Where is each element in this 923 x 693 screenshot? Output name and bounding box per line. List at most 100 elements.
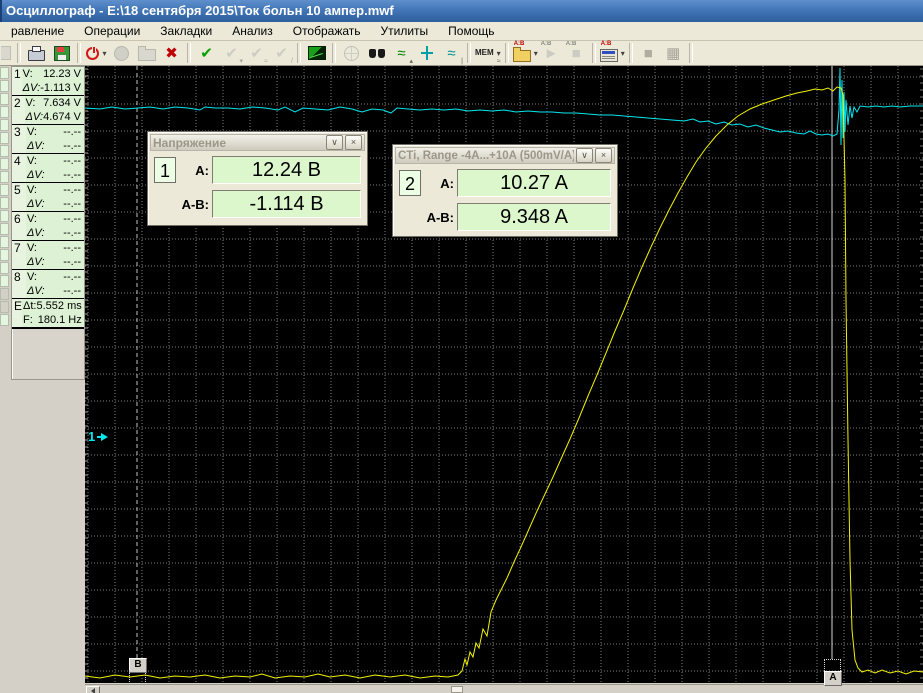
v-label: V: <box>23 67 33 81</box>
strip-cell <box>0 158 9 170</box>
menu-item-3[interactable]: Анализ <box>222 22 283 40</box>
accept-next-icon: ✔ <box>225 46 238 61</box>
collapse-icon[interactable]: ∨ <box>576 148 593 163</box>
collapse-icon[interactable]: ∨ <box>326 135 343 150</box>
channel-row-7: 7V:--.--ΔV:--.-- <box>12 241 84 270</box>
ab-list-button[interactable]: A:B ▾ <box>600 42 625 64</box>
panel-grid-icon: ▦ <box>666 46 680 61</box>
ab-list-dropdown[interactable]: ▾ <box>621 49 625 58</box>
wave-cursor-button[interactable]: ≈| <box>440 42 463 64</box>
channel-row-2: 2V:7.634 VΔV:4.674 V <box>12 96 84 125</box>
ab-play-caption: A:B <box>541 41 552 47</box>
ab-open-button[interactable]: A:B▾ <box>513 42 538 64</box>
menu-item-0[interactable]: равление <box>1 22 74 40</box>
ab-list-caption: A:B <box>601 41 612 47</box>
accept-wave-icon: ✔ <box>250 46 263 61</box>
timebase-row: EΔt:5.552 msF:180.1 Hz <box>12 299 84 329</box>
strip-cell <box>0 197 9 209</box>
v-value: --.-- <box>63 154 81 168</box>
wave-markers-button[interactable]: ≈▴ <box>390 42 413 64</box>
strip-cell <box>0 132 9 144</box>
ab-list-icon <box>600 49 618 62</box>
voltage-window-titlebar[interactable]: Напряжение ∨ × <box>150 134 365 151</box>
current-at-a-value: 10.27 A <box>457 169 611 197</box>
dt-label: Δt: <box>23 299 36 313</box>
ab-play-icon: ► <box>544 46 559 61</box>
timebase-id: E <box>12 299 22 327</box>
ab-open-dropdown[interactable]: ▾ <box>534 49 538 58</box>
current-measure-window: CTi, Range -4A...+10A (500mV/A) ∨ × 2 А:… <box>392 144 618 237</box>
channel-number: 7 <box>12 241 26 269</box>
v-value: --.-- <box>63 241 81 255</box>
horizontal-scrollbar[interactable] <box>85 684 923 693</box>
xy-mode-button[interactable] <box>305 42 328 64</box>
cursor-a-handle[interactable]: A <box>824 671 842 686</box>
menu-bar: равлениеОперацииЗакладкиАнализОтображать… <box>0 22 923 41</box>
cursor-a-label: А: <box>179 163 209 178</box>
web-icon <box>344 46 359 61</box>
strip-cell <box>0 275 9 287</box>
strip-cell <box>0 145 9 157</box>
close-icon[interactable]: × <box>345 135 362 150</box>
current-window-title: CTi, Range -4A...+10A (500mV/A) <box>398 150 574 162</box>
dv-value: --.-- <box>63 139 81 153</box>
accept-button[interactable]: ✔ <box>195 42 218 64</box>
ab-stop-icon: ■ <box>572 46 581 61</box>
current-a-minus-b-value: 9.348 A <box>457 203 611 231</box>
strip-cell <box>0 93 9 105</box>
menu-item-5[interactable]: Утилиты <box>371 22 439 40</box>
memory-button[interactable]: MEM≈▾ <box>475 42 501 64</box>
print-icon <box>28 50 45 61</box>
print-button[interactable] <box>25 42 48 64</box>
panel-grid-button[interactable]: ▦ <box>662 42 685 64</box>
start-stop-button[interactable]: ▾ <box>85 42 108 64</box>
search-button[interactable] <box>365 42 388 64</box>
panel-flat-button[interactable]: ■ <box>637 42 660 64</box>
save-signal-button[interactable] <box>50 42 73 64</box>
accept-next-sub-icon: ▾ <box>239 58 243 65</box>
accept-skip-button: ✔/ <box>270 42 293 64</box>
accept-wave-sub-icon: ≈ <box>264 58 268 65</box>
channel-number-badge: 1 <box>154 157 176 183</box>
toolbar-separator <box>187 43 191 63</box>
toolbar-separator <box>505 43 509 63</box>
scroll-left-button[interactable] <box>86 686 100 693</box>
strip-cell <box>0 249 9 261</box>
menu-item-4[interactable]: Отображать <box>283 22 371 40</box>
cursor-b-dotted-box[interactable] <box>129 670 146 684</box>
menu-item-2[interactable]: Закладки <box>150 22 222 40</box>
channel-row-3: 3V:--.--ΔV:--.-- <box>12 125 84 154</box>
scrollbar-thumb[interactable] <box>451 686 463 693</box>
record-button <box>110 42 133 64</box>
v-label: V: <box>27 241 37 255</box>
dv-label: ΔV: <box>27 168 45 182</box>
current-window-titlebar[interactable]: CTi, Range -4A...+10A (500mV/A) ∨ × <box>395 147 615 164</box>
title-bar[interactable]: Осциллограф - E:\18 сентября 2015\Ток бо… <box>0 0 923 22</box>
menu-item-1[interactable]: Операции <box>74 22 150 40</box>
channel1-zero-marker[interactable]: 1 <box>88 429 108 444</box>
channel-number-badge: 2 <box>399 170 421 196</box>
voltage-measure-window: Напряжение ∨ × 1 А: 12.24 В А-В: -1.114 … <box>147 131 368 226</box>
close-icon[interactable]: × <box>595 148 612 163</box>
ab-stop-button: A:B■ <box>565 42 588 64</box>
accept-skip-sub-icon: / <box>291 58 293 65</box>
cursor-a-label: А: <box>424 176 454 191</box>
app-window: Осциллограф - E:\18 сентября 2015\Ток бо… <box>0 0 923 693</box>
v-label: V: <box>27 212 37 226</box>
delete-button[interactable]: ✖ <box>160 42 183 64</box>
panel-flat-icon: ■ <box>644 46 653 61</box>
dv-value: --.-- <box>63 255 81 269</box>
channel1-zero-label: 1 <box>88 429 95 444</box>
menu-item-6[interactable]: Помощь <box>438 22 504 40</box>
start-stop-icon <box>86 47 99 60</box>
strip-cell <box>0 184 9 196</box>
record-icon <box>114 46 129 61</box>
memory-sub-icon: ≈ <box>497 58 501 65</box>
start-stop-dropdown[interactable]: ▾ <box>102 49 106 58</box>
strip-cell <box>0 67 9 79</box>
v-label: V: <box>27 270 37 284</box>
cursor-tool-button[interactable] <box>415 42 438 64</box>
strip-cell <box>0 314 9 326</box>
v-label: V: <box>27 125 37 139</box>
memory-dropdown[interactable]: ▾ <box>497 49 501 58</box>
